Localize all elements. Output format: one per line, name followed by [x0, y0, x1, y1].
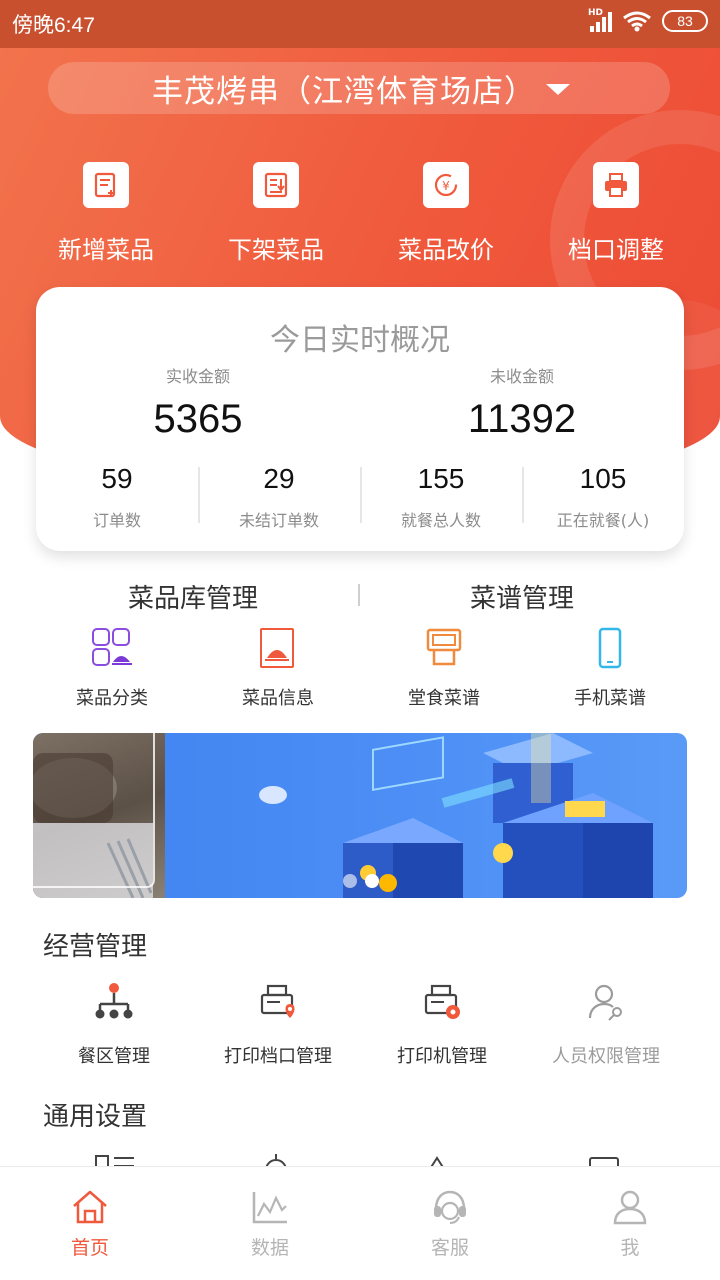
home-icon [73, 1190, 107, 1224]
business-shortcuts: 餐区管理 打印档口管理 打印机管理 人员权限管理 [0, 982, 720, 1068]
mobile-menu-icon [598, 627, 622, 669]
remove-dish-label: 下架菜品 [228, 236, 324, 264]
stat-value: 105 [579, 463, 627, 494]
dine-in-menu-icon [426, 628, 462, 666]
mobile-menu-label: 手机菜谱 [574, 688, 646, 709]
stat-total-diners: 155 就餐总人数 [360, 463, 522, 531]
dine-in-menu-button[interactable]: 堂食菜谱 [361, 626, 527, 710]
add-dish-icon [83, 162, 129, 208]
dish-info-label: 菜品信息 [242, 688, 314, 709]
chart-icon [252, 1192, 287, 1224]
dish-library-heading: 菜品库管理 [128, 584, 259, 614]
tab-data-label: 数据 [250, 1237, 289, 1259]
staff-permission-label: 人员权限管理 [552, 1046, 660, 1067]
svg-text:¥: ¥ [442, 179, 450, 193]
tab-data[interactable]: 数据 [180, 1167, 360, 1280]
tab-home-label: 首页 [70, 1237, 109, 1259]
promo-banner[interactable] [33, 733, 687, 898]
support-icon [434, 1190, 466, 1224]
tab-me-label: 我 [620, 1237, 640, 1259]
printer-manage-button[interactable]: 打印机管理 [360, 982, 524, 1068]
banner-photo-frame [33, 733, 155, 888]
dish-menu-shortcuts: 菜品分类 菜品信息 堂食菜谱 手机菜谱 [0, 626, 720, 710]
tab-home[interactable]: 首页 [0, 1167, 180, 1280]
home-screen: 傍晚6:47 HD 83 丰茂烤串（江湾体育场店） 新增菜品 下架菜品 ¥ 菜品… [0, 0, 720, 1280]
status-time: 傍晚6:47 [12, 14, 95, 37]
printer-icon [593, 162, 639, 208]
dish-info-button[interactable]: 菜品信息 [195, 626, 361, 710]
stat-label: 订单数 [92, 511, 141, 530]
user-icon [613, 1190, 647, 1225]
stat-label: 正在就餐(人) [556, 511, 650, 530]
stat-value: 59 [101, 463, 133, 494]
stat-value: 155 [417, 463, 465, 494]
status-icons: HD 83 [588, 8, 708, 32]
dining-area-button[interactable]: 餐区管理 [32, 982, 196, 1068]
tab-me[interactable]: 我 [540, 1167, 720, 1280]
dining-area-label: 餐区管理 [78, 1046, 150, 1067]
stat-label: 就餐总人数 [400, 511, 481, 530]
network-type-label: HD [588, 8, 604, 18]
stat-label: 未结订单数 [238, 511, 319, 530]
business-section-title: 经营管理 [43, 932, 148, 962]
banner-photo [33, 733, 165, 898]
stat-orders: 59 订单数 [36, 463, 198, 531]
tab-support-label: 客服 [430, 1237, 469, 1259]
bottom-tab-bar: 首页 数据 客服 我 [0, 1166, 720, 1280]
print-station-button[interactable]: 打印档口管理 [196, 982, 360, 1068]
stat-value: 29 [263, 463, 295, 494]
banner-illustration [259, 733, 653, 898]
add-dish-label: 新增菜品 [58, 236, 154, 264]
station-adjust-button[interactable]: 档口调整 [531, 162, 701, 265]
staff-permission-button[interactable]: 人员权限管理 [524, 982, 688, 1068]
realtime-overview-card: 今日实时概况 实收金额 5365 未收金额 11392 59 订单数 29 未结… [36, 287, 684, 551]
dish-category-label: 菜品分类 [76, 688, 148, 709]
tab-support[interactable]: 客服 [360, 1167, 540, 1280]
store-name: 丰茂烤串（江湾体育场店） [152, 73, 536, 110]
price-change-button[interactable]: ¥ 菜品改价 [361, 162, 531, 265]
remove-dish-button[interactable]: 下架菜品 [191, 162, 361, 265]
printer-manage-label: 打印机管理 [397, 1046, 487, 1067]
dine-in-menu-label: 堂食菜谱 [408, 688, 480, 709]
dish-menu-headings: 菜品库管理 菜谱管理 [0, 578, 720, 618]
cellular-signal-icon: HD [588, 8, 612, 32]
quick-actions: 新增菜品 下架菜品 ¥ 菜品改价 档口调整 [0, 162, 720, 265]
mobile-menu-button[interactable]: 手机菜谱 [527, 626, 693, 710]
price-change-icon: ¥ [423, 162, 469, 208]
status-bar: 傍晚6:47 HD 83 [0, 0, 720, 48]
menu-heading: 菜谱管理 [470, 584, 575, 614]
unreceived-amount: 未收金额 11392 [360, 363, 684, 442]
print-station-icon [260, 984, 295, 1018]
staff-permission-icon [588, 984, 622, 1021]
received-label: 实收金额 [165, 367, 230, 386]
stat-dining-now: 105 正在就餐(人) [522, 463, 684, 531]
overview-title: 今日实时概况 [270, 323, 450, 358]
print-station-label: 打印档口管理 [224, 1046, 332, 1067]
unreceived-value: 11392 [467, 397, 577, 441]
printer-manage-icon [424, 984, 460, 1019]
dish-category-icon [92, 628, 132, 666]
add-dish-button[interactable]: 新增菜品 [21, 162, 191, 265]
remove-dish-icon [253, 162, 299, 208]
dish-info-icon [260, 628, 294, 668]
wifi-icon [623, 11, 651, 32]
unreceived-label: 未收金额 [489, 367, 554, 386]
store-selector[interactable]: 丰茂烤串（江湾体育场店） [48, 62, 670, 114]
stat-open-orders: 29 未结订单数 [198, 463, 360, 531]
banner-dot-active[interactable] [365, 874, 379, 888]
dish-category-button[interactable]: 菜品分类 [29, 626, 195, 710]
heading-divider [358, 584, 360, 606]
station-adjust-label: 档口调整 [568, 236, 664, 264]
banner-pagination [343, 874, 379, 888]
dining-area-icon [95, 983, 133, 1019]
price-change-label: 菜品改价 [398, 236, 494, 264]
received-amount: 实收金额 5365 [36, 363, 360, 442]
overview-stats: 59 订单数 29 未结订单数 155 就餐总人数 105 正在就餐(人) [36, 463, 684, 531]
battery-indicator: 83 [662, 10, 708, 32]
banner-dot[interactable] [343, 874, 357, 888]
chevron-down-icon [546, 84, 570, 95]
settings-section-title: 通用设置 [43, 1102, 148, 1132]
received-value: 5365 [153, 397, 243, 441]
